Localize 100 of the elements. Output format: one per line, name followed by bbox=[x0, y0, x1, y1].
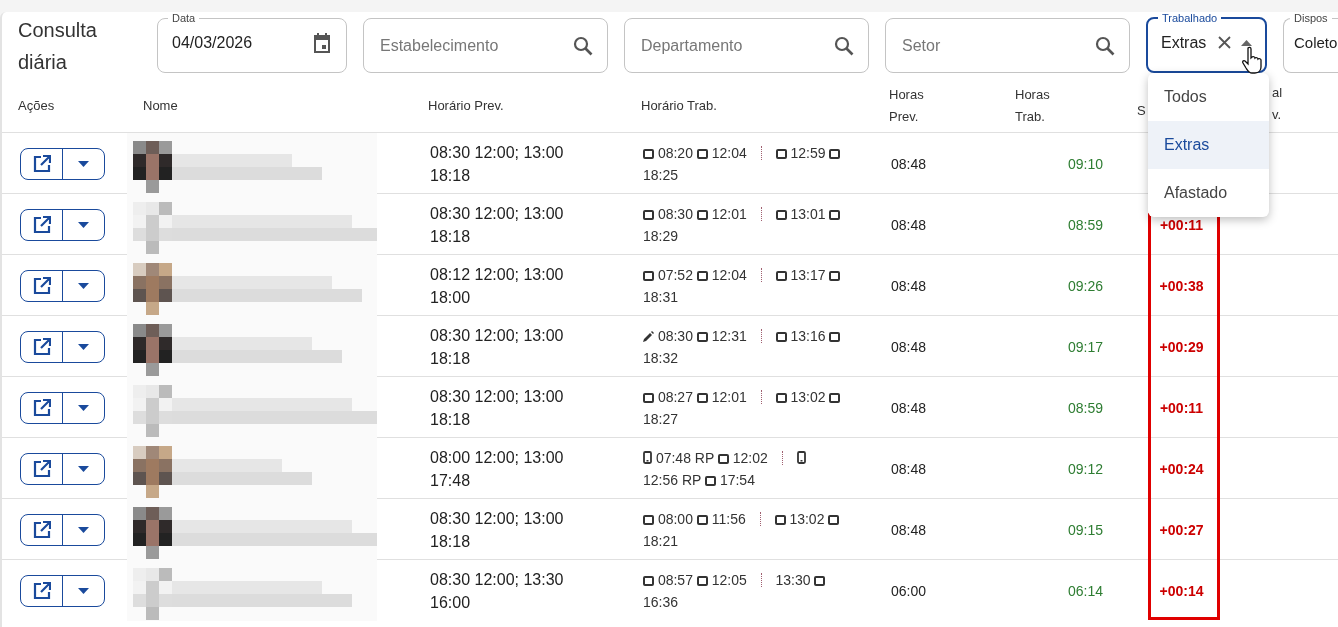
terminal-icon bbox=[696, 331, 708, 342]
column-header: Nome bbox=[142, 97, 179, 115]
table-cell-text: 08:48 bbox=[890, 460, 928, 477]
punch-time: 18:21 bbox=[643, 532, 679, 549]
punch-time: 13:30 bbox=[775, 571, 811, 588]
terminal-icon bbox=[775, 148, 787, 159]
balance-value: +00:14 bbox=[1158, 582, 1205, 599]
column-header: S bbox=[1136, 102, 1147, 120]
terminal-icon bbox=[829, 209, 841, 220]
select-value: Coleto bbox=[1294, 34, 1338, 51]
punch-time: 12:04 bbox=[711, 266, 747, 283]
search-input[interactable]: Setor bbox=[900, 35, 1085, 56]
punch-time: 08:30 bbox=[657, 205, 693, 222]
scheduled-hours: 08:30 12:00; 13:00 18:18 bbox=[429, 386, 565, 430]
terminal-icon bbox=[705, 475, 716, 486]
menu-option[interactable]: Extras bbox=[1148, 121, 1269, 169]
balance-value: +00:11 bbox=[1158, 399, 1205, 416]
column-header: al v. bbox=[1271, 84, 1284, 124]
punch-time: 18:25 bbox=[643, 166, 679, 183]
terminal-icon bbox=[643, 270, 654, 281]
terminal-icon bbox=[775, 209, 787, 220]
table-cell-text: 08:59 bbox=[1066, 399, 1104, 416]
scheduled-hours: 08:30 12:00; 13:00 18:18 bbox=[429, 508, 565, 552]
punch-time: 12:01 bbox=[711, 388, 747, 405]
punch-time: 13:02 bbox=[789, 510, 825, 527]
punch-time: 13:01 bbox=[790, 205, 826, 222]
table-cell-text: 06:00 bbox=[890, 582, 928, 599]
scheduled-hours: 08:12 12:00; 13:00 18:00 bbox=[429, 264, 565, 308]
open-in-new-icon bbox=[32, 154, 51, 173]
select-field[interactable]: Trabalhado Extras bbox=[1146, 12, 1267, 73]
punch-time: 12:59 bbox=[790, 144, 826, 161]
search-input[interactable]: Departamento bbox=[639, 35, 824, 56]
terminal-icon bbox=[643, 209, 654, 220]
terminal-icon bbox=[643, 392, 654, 403]
table-cell-text: 06:14 bbox=[1066, 582, 1104, 599]
table-cell-text: 09:15 bbox=[1066, 521, 1104, 538]
table-cell-text: 08:48 bbox=[890, 155, 928, 172]
divider bbox=[760, 328, 762, 343]
close-icon[interactable] bbox=[1218, 36, 1231, 49]
open-in-new-icon bbox=[32, 276, 51, 295]
punch-time: 12:05 bbox=[711, 571, 747, 588]
phone-icon bbox=[796, 450, 806, 464]
date-field[interactable]: Data 04/03/2026 bbox=[157, 12, 347, 73]
search-field[interactable]: Estabelecimento bbox=[363, 18, 608, 73]
punch-time: 18:29 bbox=[643, 227, 679, 244]
punch-time: 17:54 bbox=[719, 471, 755, 488]
open-in-new-icon bbox=[32, 520, 51, 539]
table-cell-text: 08:59 bbox=[1066, 216, 1104, 233]
scheduled-hours: 08:00 12:00; 13:00 17:48 bbox=[429, 447, 565, 491]
search-icon[interactable] bbox=[573, 35, 593, 56]
punch-time: 07:52 bbox=[657, 266, 693, 283]
column-header: Ações bbox=[17, 97, 56, 115]
search-field[interactable]: Departamento bbox=[624, 18, 869, 73]
punch-time: 08:00 bbox=[657, 510, 693, 527]
search-icon[interactable] bbox=[1095, 35, 1115, 56]
table-cell-text: 08:48 bbox=[890, 277, 928, 294]
terminal-icon bbox=[696, 148, 708, 159]
punch-time: 08:20 bbox=[657, 144, 693, 161]
open-in-new-icon bbox=[32, 459, 51, 478]
table-cell-text: 09:10 bbox=[1066, 155, 1104, 172]
punch-time: 18:31 bbox=[643, 288, 679, 305]
divider bbox=[760, 206, 762, 221]
caret-down-icon bbox=[78, 160, 89, 167]
menu-option[interactable]: Todos bbox=[1148, 73, 1269, 121]
terminal-icon bbox=[643, 148, 654, 159]
terminal-icon bbox=[829, 148, 841, 159]
divider bbox=[760, 267, 762, 282]
terminal-icon bbox=[775, 392, 787, 403]
column-header: Horas Prev. bbox=[888, 86, 925, 126]
terminal-icon bbox=[643, 514, 654, 525]
terminal-icon bbox=[775, 331, 787, 342]
caret-down-icon bbox=[78, 221, 89, 228]
punch-time: 12:56 RP bbox=[643, 471, 702, 488]
table-cell-text: 08:48 bbox=[890, 216, 928, 233]
table-cell-text: 08:48 bbox=[890, 338, 928, 355]
punch-time: 13:17 bbox=[790, 266, 826, 283]
column-header: Horas Trab. bbox=[1014, 86, 1051, 126]
caret-down-icon bbox=[78, 343, 89, 350]
open-in-new-icon bbox=[32, 215, 51, 234]
balance-value: +00:29 bbox=[1158, 338, 1205, 355]
terminal-icon bbox=[696, 575, 708, 586]
terminal-icon bbox=[696, 392, 708, 403]
punch-time: 13:16 bbox=[790, 327, 826, 344]
caret-down-icon bbox=[78, 404, 89, 411]
caret-down-icon bbox=[78, 465, 89, 472]
menu-option[interactable]: Afastado bbox=[1148, 169, 1269, 217]
search-input[interactable]: Estabelecimento bbox=[378, 35, 563, 56]
calendar-icon[interactable] bbox=[312, 31, 332, 54]
field-label: Dispos bbox=[1293, 12, 1329, 24]
field-label: Data bbox=[171, 12, 197, 24]
select-field[interactable]: Dispos Coleto bbox=[1283, 12, 1338, 73]
open-in-new-icon bbox=[32, 581, 51, 600]
terminal-icon bbox=[829, 331, 841, 342]
search-icon[interactable] bbox=[834, 35, 854, 56]
balance-value: +00:11 bbox=[1158, 216, 1205, 233]
divider bbox=[781, 450, 783, 465]
punch-time: 08:27 bbox=[657, 388, 693, 405]
table-cell-text: 09:26 bbox=[1066, 277, 1104, 294]
divider bbox=[760, 572, 762, 587]
search-field[interactable]: Setor bbox=[885, 18, 1130, 73]
